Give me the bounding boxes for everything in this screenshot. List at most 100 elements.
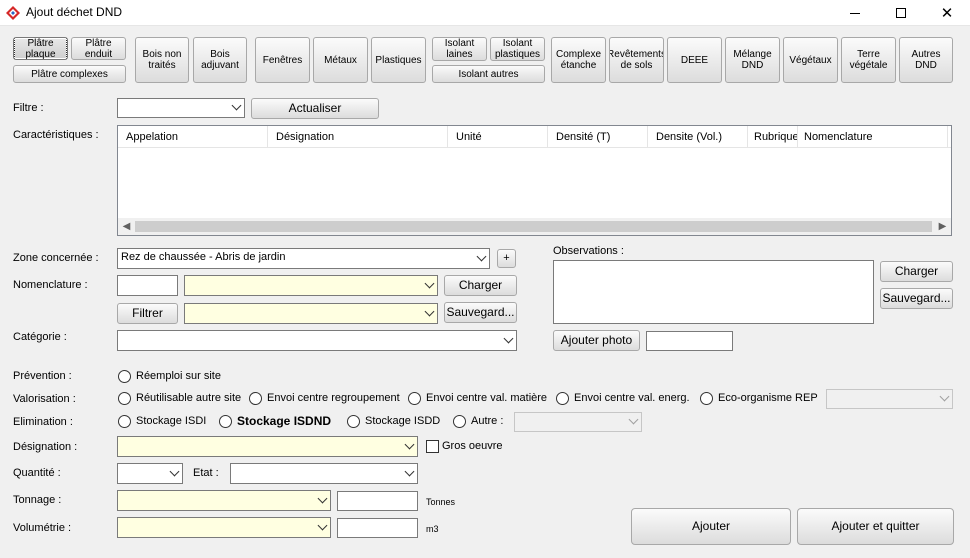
title-bar: Ajout déchet DND ✕: [0, 0, 970, 26]
observations-load-button[interactable]: Charger: [880, 261, 953, 282]
category-terre-vegetale[interactable]: Terre végétale: [841, 37, 896, 83]
volumetrie-select[interactable]: [117, 517, 331, 538]
observations-textarea[interactable]: [553, 260, 874, 324]
add-button[interactable]: Ajouter: [631, 508, 791, 545]
refresh-button[interactable]: Actualiser: [251, 98, 379, 119]
chevron-down-icon: [424, 278, 435, 288]
column-rubrique[interactable]: Rubrique: [748, 126, 798, 148]
chevron-down-icon: [404, 439, 415, 449]
category-deee[interactable]: DEEE: [667, 37, 722, 83]
category-isolant-laines[interactable]: Isolant laines: [432, 37, 487, 61]
chevron-down-icon: [503, 333, 514, 343]
category-complexe-etanche[interactable]: Complexe étanche: [551, 37, 606, 83]
volumetrie-input[interactable]: [337, 518, 418, 538]
designation-select[interactable]: [117, 436, 418, 457]
quantity-select[interactable]: [117, 463, 183, 484]
nomenclature-load-button[interactable]: Charger: [444, 275, 517, 296]
quantity-label: Quantité :: [13, 467, 61, 479]
regroupement-label[interactable]: Envoi centre regroupement: [267, 392, 400, 404]
category-platre-plaque[interactable]: Plâtre plaque: [13, 37, 68, 60]
tonnage-select[interactable]: [117, 490, 331, 511]
column-unite[interactable]: Unité: [448, 126, 548, 148]
valorisation-label: Valorisation :: [13, 393, 76, 405]
radio-eco-organisme[interactable]: [700, 392, 713, 405]
close-icon: ✕: [940, 3, 954, 22]
volumetrie-unit: m3: [426, 524, 439, 534]
chevron-down-icon: [939, 391, 950, 402]
scroll-thumb[interactable]: [135, 221, 932, 232]
column-densite-t[interactable]: Densité (T): [548, 126, 648, 148]
etat-select[interactable]: [230, 463, 418, 484]
gros-oeuvre-label[interactable]: Gros oeuvre: [442, 440, 503, 452]
filter-select[interactable]: [117, 98, 245, 118]
val-matiere-label[interactable]: Envoi centre val. matière: [426, 392, 547, 404]
app-icon: [6, 6, 20, 20]
category-platre-enduit[interactable]: Plâtre enduit: [71, 37, 126, 60]
observations-label: Observations :: [553, 245, 624, 257]
nomenclature-code-input[interactable]: [117, 275, 178, 296]
characteristics-label: Caractéristiques :: [13, 129, 99, 141]
radio-reemploi[interactable]: [118, 370, 131, 383]
minimize-button[interactable]: [832, 0, 878, 26]
category-metaux[interactable]: Métaux: [313, 37, 368, 83]
radio-autre[interactable]: [453, 415, 466, 428]
tonnage-label: Tonnage :: [13, 494, 62, 506]
column-densite-vol[interactable]: Densite (Vol.): [648, 126, 748, 148]
gros-oeuvre-checkbox[interactable]: [426, 440, 439, 453]
category-plastiques[interactable]: Plastiques: [371, 37, 426, 83]
add-zone-button[interactable]: +: [497, 249, 516, 268]
radio-isdd[interactable]: [347, 415, 360, 428]
reutilisable-label[interactable]: Réutilisable autre site: [136, 392, 241, 404]
category-revetements-sols[interactable]: Revêtements de sols: [609, 37, 664, 83]
category-platre-complexes[interactable]: Plâtre complexes: [13, 65, 126, 83]
scroll-right-icon[interactable]: ▶: [934, 218, 951, 235]
category-vegetaux[interactable]: Végétaux: [783, 37, 838, 83]
zone-select[interactable]: Rez de chaussée - Abris de jardin: [117, 248, 490, 269]
category-isolant-autres[interactable]: Isolant autres: [432, 65, 545, 83]
category-bois-adjuvant[interactable]: Bois adjuvant: [193, 37, 247, 83]
characteristics-grid[interactable]: Appelation Désignation Unité Densité (T)…: [117, 125, 952, 236]
category-select[interactable]: [117, 330, 517, 351]
autre-label[interactable]: Autre :: [471, 415, 503, 427]
filtered-nomenclature-select[interactable]: [184, 303, 438, 324]
observations-save-button[interactable]: Sauvegard...: [880, 288, 953, 309]
maximize-button[interactable]: [878, 0, 924, 26]
zone-label: Zone concernée :: [13, 252, 99, 264]
add-and-quit-button[interactable]: Ajouter et quitter: [797, 508, 954, 545]
category-autres-dnd[interactable]: Autres DND: [899, 37, 953, 83]
radio-isdnd[interactable]: [219, 415, 232, 428]
nomenclature-save-button[interactable]: Sauvegard...: [444, 302, 517, 323]
radio-isdi[interactable]: [118, 415, 131, 428]
column-appelation[interactable]: Appelation: [118, 126, 268, 148]
val-energ-label[interactable]: Envoi centre val. energ.: [574, 392, 690, 404]
horizontal-scrollbar[interactable]: ◀ ▶: [118, 218, 951, 235]
add-photo-button[interactable]: Ajouter photo: [553, 330, 640, 351]
tonnage-input[interactable]: [337, 491, 418, 511]
isdnd-label[interactable]: Stockage ISDND: [237, 414, 331, 428]
category-isolant-plastiques[interactable]: Isolant plastiques: [490, 37, 545, 61]
column-nomenclature[interactable]: Nomenclature: [798, 126, 948, 148]
chevron-down-icon: [317, 493, 328, 503]
radio-val-energ[interactable]: [556, 392, 569, 405]
photo-field[interactable]: [646, 331, 733, 351]
isdd-label[interactable]: Stockage ISDD: [365, 415, 440, 427]
filter-nomenclature-button[interactable]: Filtrer: [117, 303, 178, 324]
column-designation[interactable]: Désignation: [268, 126, 448, 148]
category-fenetres[interactable]: Fenêtres: [255, 37, 310, 83]
isdi-label[interactable]: Stockage ISDI: [136, 415, 206, 427]
autre-select[interactable]: [514, 412, 642, 432]
eco-organisme-label[interactable]: Eco-organisme REP: [718, 392, 818, 404]
nomenclature-select[interactable]: [184, 275, 438, 296]
category-bois-non-traites[interactable]: Bois non traités: [135, 37, 189, 83]
chevron-down-icon: [317, 520, 328, 530]
category-melange-dnd[interactable]: Mélange DND: [725, 37, 780, 83]
eco-organisme-select[interactable]: [826, 389, 953, 409]
close-button[interactable]: ✕: [924, 0, 970, 26]
volumetrie-label: Volumétrie :: [13, 522, 72, 534]
radio-val-matiere[interactable]: [408, 392, 421, 405]
scroll-left-icon[interactable]: ◀: [118, 218, 135, 235]
radio-reutilisable[interactable]: [118, 392, 131, 405]
radio-regroupement[interactable]: [249, 392, 262, 405]
reemploi-label[interactable]: Réemploi sur site: [136, 370, 221, 382]
chevron-down-icon: [231, 100, 242, 111]
